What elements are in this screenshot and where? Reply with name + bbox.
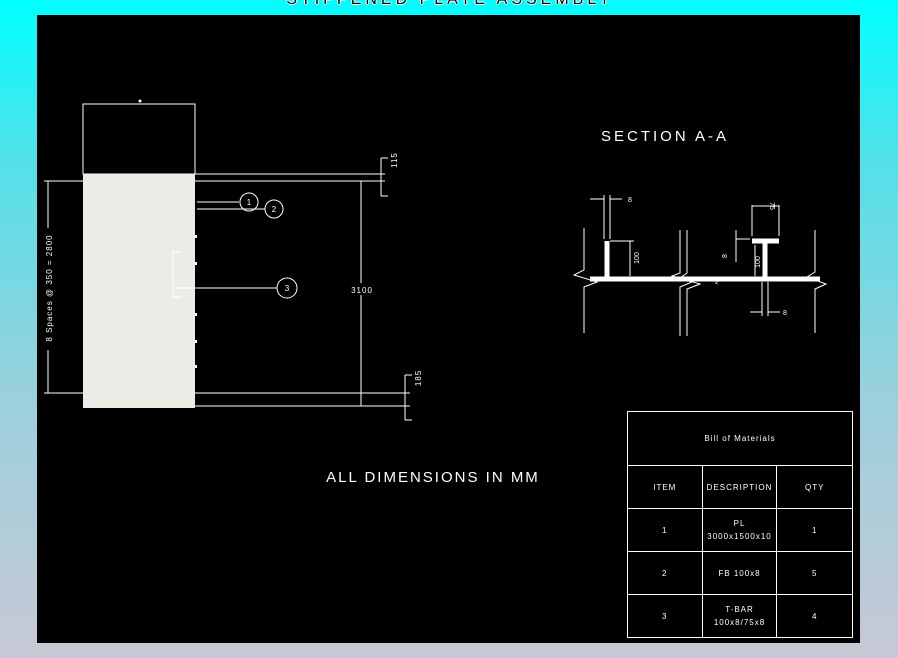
dimensions-note: ALL DIMENSIONS IN MM: [326, 469, 540, 486]
callout-1: 1: [197, 192, 259, 212]
dim-spacing-text: 8 Spaces @ 350 = 2800: [45, 234, 54, 341]
bom-row: 3 T-BAR 100x8/75x8 4: [627, 594, 853, 638]
bom-row-qty: 4: [776, 594, 853, 638]
plate-panel: [83, 174, 195, 408]
section-drawing: 8 100 75 8 100 8 <: [572, 195, 828, 336]
dim-tbar-flange: 75: [768, 202, 775, 210]
bom-row-item: 2: [627, 551, 703, 595]
bom-row-qty: 1: [776, 508, 853, 552]
bom-row-qty: 5: [776, 551, 853, 595]
bom-row: 1 PL 3000x1500x10 1: [627, 508, 853, 552]
svg-text:3: 3: [285, 284, 290, 293]
stiffener-ticks: [195, 235, 197, 368]
bom-header-description: DESCRIPTION: [701, 465, 778, 509]
dimension-bottom: 185: [404, 370, 423, 421]
svg-text:1: 1: [247, 198, 252, 207]
bom-desc-line1: T-BAR: [725, 605, 754, 614]
bom-title: Bill of Materials: [627, 411, 853, 466]
bill-of-materials-table: Bill of Materials ITEM DESCRIPTION QTY 1…: [627, 411, 853, 638]
dim-overall-text: 3100: [351, 286, 373, 295]
plate-marker: [138, 99, 142, 103]
dim-tbar-height: 100: [755, 256, 762, 268]
bom-header-item: ITEM: [627, 465, 703, 509]
bom-desc-line2: 3000x1500x10: [707, 532, 772, 541]
plate-upper-outline: [82, 103, 196, 175]
svg-text:<: <: [715, 281, 719, 287]
dimension-spacing: 8 Spaces @ 350 = 2800: [40, 181, 56, 393]
dimension-overall: 3100: [345, 181, 377, 406]
svg-text:2: 2: [272, 205, 277, 214]
bom-row: 2 FB 100x8 5: [627, 551, 853, 595]
bom-desc-line1: PL: [733, 519, 746, 528]
dim-bottom-text: 185: [414, 370, 423, 386]
dim-fb-height: 100: [634, 252, 641, 264]
dim-tbar-flange-thk: 8: [722, 254, 729, 258]
dim-top-text: 115: [390, 152, 399, 168]
bom-desc-line2: 100x8/75x8: [713, 618, 766, 627]
bom-row-description: PL 3000x1500x10: [701, 508, 778, 552]
bom-row-description: FB 100x8: [701, 551, 778, 595]
dim-fb-thk: 8: [628, 197, 632, 204]
bom-row-item: 3: [627, 594, 703, 638]
bom-row-description: T-BAR 100x8/75x8: [701, 594, 778, 638]
bom-row-item: 1: [627, 508, 703, 552]
section-title: SECTION A-A: [601, 128, 729, 145]
bom-header-qty: QTY: [776, 465, 853, 509]
dim-tbar-web-thk: 8: [783, 310, 787, 317]
